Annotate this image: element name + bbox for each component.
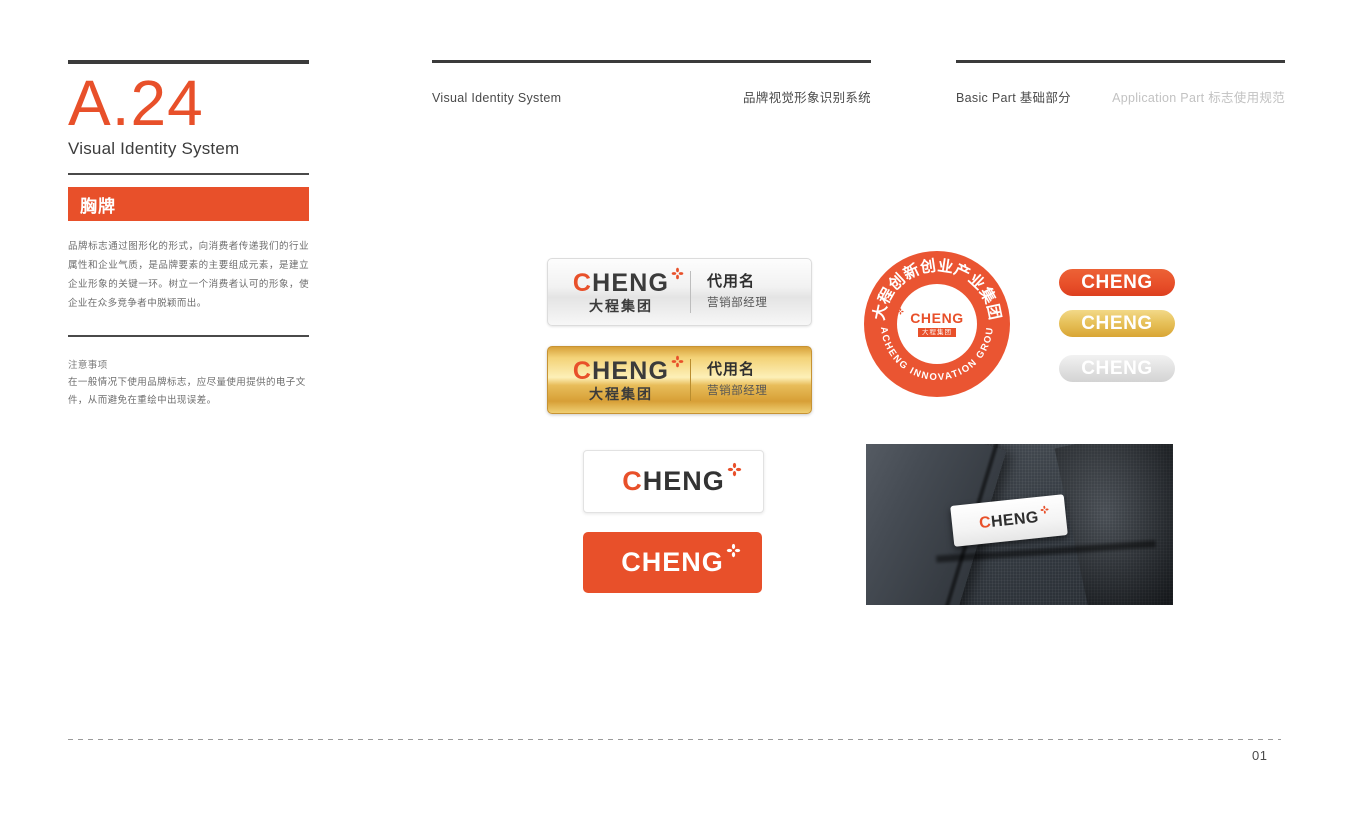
wordmark-rest: HENG bbox=[642, 466, 725, 496]
badge-person-name: 代用名 bbox=[707, 361, 756, 379]
wordmark-rest: HENG bbox=[592, 269, 670, 297]
sidebar-body-copy: 品牌标志通过图形化的形式，向消费者传递我们的行业属性和企业气质，是品牌要素的主要… bbox=[68, 241, 309, 310]
badge-person-title: 营销部经理 bbox=[707, 385, 768, 398]
card-badge-orange: CHENG bbox=[583, 532, 762, 593]
wordmark-rest: HENG bbox=[990, 508, 1040, 531]
seal-wordmark: CHENG bbox=[910, 309, 964, 326]
wordmark-letter-c: C bbox=[622, 466, 643, 496]
page-number: 01 bbox=[1252, 748, 1268, 763]
page-subtitle: Visual Identity System bbox=[68, 139, 240, 159]
note-body: 在一般情况下使用品牌标志，应尽量使用提供的电子文件，从而避免在重绘中出现误差。 bbox=[68, 377, 306, 407]
header-right: Basic Part 基础部分 Application Part 标志使用规范 bbox=[956, 60, 1285, 106]
flower-mark-icon bbox=[727, 462, 741, 477]
seal-center: CHENG 大程集团 bbox=[897, 284, 977, 364]
section-title-bar: 胸牌 bbox=[68, 187, 309, 222]
flower-mark-icon bbox=[671, 355, 684, 368]
wordmark-text: CHENG bbox=[621, 547, 724, 577]
card-badge-white: CHENG bbox=[583, 450, 764, 513]
badge-logo-block: CHENG 大程集团 bbox=[562, 355, 684, 402]
sidebar-divider-1 bbox=[68, 173, 309, 176]
flower-mark-icon bbox=[897, 308, 904, 315]
name-badge-gold: CHENG 大程集团 代用名 营销部经理 bbox=[547, 346, 812, 414]
photo-mockup-suit-badge: CHENG bbox=[866, 444, 1173, 605]
badge-person-block: 代用名 营销部经理 bbox=[707, 272, 768, 312]
tab-basic-part[interactable]: Basic Part 基础部分 bbox=[956, 87, 1071, 106]
badge-cn-name: 大程集团 bbox=[589, 298, 653, 314]
badge-person-name: 代用名 bbox=[707, 273, 756, 291]
wordmark: CHENG bbox=[622, 462, 741, 496]
wordmark: CHENG bbox=[621, 543, 740, 577]
header-system-en: Visual Identity System bbox=[432, 91, 562, 105]
wordmark-letter-c: C bbox=[572, 357, 593, 385]
header-right-rule bbox=[956, 60, 1285, 63]
header-center: Visual Identity System 品牌视觉形象识别系统 bbox=[432, 60, 871, 106]
pill-label: CHENG bbox=[1081, 272, 1153, 293]
section-title-label: 胸牌 bbox=[80, 196, 116, 216]
header-center-rule bbox=[432, 60, 871, 63]
pill-label: CHENG bbox=[1081, 313, 1153, 334]
seal-cn-name: 大程集团 bbox=[918, 327, 956, 338]
badge-divider bbox=[690, 271, 691, 313]
header-system-cn: 品牌视觉形象识别系统 bbox=[742, 91, 871, 105]
tab-application-part[interactable]: Application Part 标志使用规范 bbox=[1112, 87, 1285, 106]
sidebar-top-rule bbox=[68, 60, 309, 64]
pill-badge-orange: CHENG bbox=[1059, 269, 1175, 296]
footer-dashed-rule bbox=[68, 739, 1281, 740]
badge-person-block: 代用名 营销部经理 bbox=[707, 360, 768, 400]
wordmark: CHENG bbox=[978, 505, 1049, 532]
circular-seal-badge: 大程创新创业产业集团 DACHENG INNOVATION GROUP CHEN… bbox=[864, 251, 1010, 397]
badge-person-title: 营销部经理 bbox=[707, 297, 768, 310]
pill-badge-silver: CHENG bbox=[1059, 355, 1175, 382]
badge-cn-name: 大程集团 bbox=[589, 386, 653, 402]
flower-mark-icon bbox=[1040, 505, 1049, 514]
wordmark: CHENG bbox=[572, 267, 684, 297]
pill-label: CHENG bbox=[1081, 358, 1153, 379]
name-badge-silver: CHENG 大程集团 代用名 营销部经理 bbox=[547, 258, 812, 326]
sidebar-divider-2 bbox=[68, 335, 309, 338]
pill-badge-gold: CHENG bbox=[1059, 310, 1175, 337]
sidebar: A.24 Visual Identity System 胸牌 品牌标志通过图形化… bbox=[68, 60, 309, 410]
badge-logo-block: CHENG 大程集团 bbox=[562, 267, 684, 314]
wordmark-letter-c: C bbox=[572, 269, 593, 297]
page-code: A.24 bbox=[68, 67, 204, 139]
note-title: 注意事项 bbox=[68, 360, 108, 372]
flower-mark-icon bbox=[726, 543, 740, 558]
badge-divider bbox=[690, 359, 691, 401]
wordmark-rest: HENG bbox=[592, 357, 670, 385]
flower-mark-icon bbox=[671, 267, 684, 280]
wordmark: CHENG bbox=[572, 355, 684, 385]
